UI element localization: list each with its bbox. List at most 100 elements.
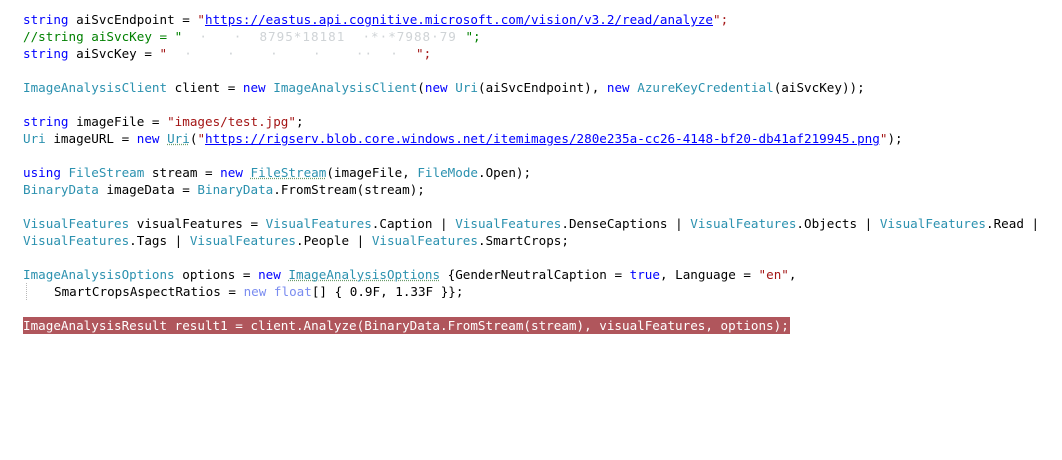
code-text: (aiSvcKey));	[773, 80, 865, 95]
code-text: .Read |	[985, 216, 1040, 231]
keyword: new	[136, 131, 160, 146]
type-name: ImageAnalysisClient	[23, 80, 168, 95]
type-name: FileMode	[417, 165, 479, 180]
keyword: new	[606, 80, 630, 95]
code-line-11: BinaryData imageData = BinaryData.FromSt…	[23, 181, 1053, 198]
string-quote: "	[159, 46, 168, 61]
keyword: string	[23, 12, 69, 27]
string-quote: ";	[713, 12, 729, 27]
code-text: (	[417, 80, 425, 95]
code-text: ,	[788, 267, 797, 282]
string-quote: "	[197, 12, 205, 27]
code-line-3: string aiSvcKey = " · · · · ·· · ";	[23, 45, 1053, 62]
code-line-17: SmartCropsAspectRatios = new float[] { 0…	[23, 283, 1053, 300]
keyword: new	[220, 165, 243, 180]
string-quote: ";	[415, 46, 432, 61]
code-text: .Tags |	[129, 233, 190, 248]
type-name: ImageAnalysisOptions	[23, 267, 175, 282]
keyword: using	[23, 165, 61, 180]
type-name: VisualFeatures	[23, 216, 130, 231]
type-name: VisualFeatures	[189, 233, 296, 248]
comment: ";	[465, 29, 481, 44]
code-text: ;	[295, 114, 304, 129]
code-text: [] { 0.9F, 1.33F }};	[311, 284, 464, 299]
code-text: .Open);	[478, 165, 532, 180]
keyword: string	[23, 114, 69, 129]
code-line-14: VisualFeatures.Tags | VisualFeatures.Peo…	[23, 232, 1053, 249]
type-name: ImageAnalysisOptions	[288, 267, 441, 282]
code-text: (imageFile,	[326, 165, 418, 180]
code-line-1: string aiSvcEndpoint = "https://eastus.a…	[23, 11, 1053, 28]
string-quote: "	[197, 131, 206, 146]
keyword: string	[23, 46, 69, 61]
code-line-2: //string aiSvcKey = " · · 8795*18181 ·*·…	[23, 28, 1053, 45]
code-line-13: VisualFeatures visualFeatures = VisualFe…	[23, 215, 1053, 232]
type-name: VisualFeatures	[23, 233, 130, 248]
type-name: BinaryData	[23, 182, 99, 197]
type-name: ImageAnalysisClient	[273, 80, 418, 95]
type-name: VisualFeatures	[455, 216, 562, 231]
keyword: float	[273, 284, 312, 299]
redacted-key: · · 8795*18181 ·*·*7988·79	[182, 29, 466, 44]
code-text: .SmartCrops;	[477, 233, 569, 248]
type-name: VisualFeatures	[265, 216, 372, 231]
code-text: .FromStream(stream);	[273, 182, 425, 197]
code-text: .People |	[295, 233, 372, 248]
code-text: imageFile =	[68, 114, 168, 129]
code-text: imageData =	[98, 182, 198, 197]
type-name: VisualFeatures	[690, 216, 797, 231]
type-name: Uri	[167, 131, 190, 146]
endpoint-url-link[interactable]: https://eastus.api.cognitive.microsoft.c…	[205, 12, 713, 27]
indent-guide	[26, 283, 53, 300]
code-text: .Caption |	[371, 216, 456, 231]
code-line-16: ImageAnalysisOptions options = new Image…	[23, 266, 1053, 283]
code-text: options =	[174, 267, 259, 282]
string-literal: "en"	[758, 267, 789, 282]
code-text: SmartCropsAspectRatios =	[54, 284, 244, 299]
code-text: {GenderNeutralCaption =	[440, 267, 630, 282]
type-name: Uri	[455, 80, 478, 95]
keyword: true	[629, 267, 660, 282]
code-text: stream =	[144, 165, 221, 180]
code-text: );	[887, 131, 903, 146]
type-name: VisualFeatures	[879, 216, 986, 231]
image-url-link[interactable]: https://rigserv.blob.core.windows.net/it…	[205, 131, 880, 146]
keyword: new	[424, 80, 448, 95]
code-line-5: ImageAnalysisClient client = new ImageAn…	[23, 79, 1053, 96]
type-name: FileStream	[250, 165, 327, 180]
comment: //string aiSvcKey = "	[23, 29, 183, 44]
type-name: FileStream	[68, 165, 145, 180]
keyword: new	[258, 267, 281, 282]
code-text: client =	[167, 80, 243, 95]
code-line-19-breakpoint[interactable]: ImageAnalysisResult result1 = client.Ana…	[23, 317, 1053, 334]
type-name: VisualFeatures	[371, 233, 478, 248]
code-text: aiSvcEndpoint =	[68, 12, 198, 27]
type-name: Uri	[23, 131, 46, 146]
code-text: .DenseCaptions |	[561, 216, 691, 231]
breakpoint-highlighted-code[interactable]: ImageAnalysisResult result1 = client.Ana…	[23, 317, 790, 334]
code-text: aiSvcKey =	[68, 46, 160, 61]
code-editor[interactable]: string aiSvcEndpoint = "https://eastus.a…	[23, 11, 1053, 334]
code-line-8: Uri imageURL = new Uri("https://rigserv.…	[23, 130, 1053, 147]
keyword: new	[243, 284, 267, 299]
code-text: visualFeatures =	[129, 216, 266, 231]
code-line-10: using FileStream stream = new FileStream…	[23, 164, 1053, 181]
type-name: AzureKeyCredential	[637, 80, 774, 95]
code-text: imageURL =	[45, 131, 137, 146]
keyword: new	[242, 80, 266, 95]
code-text: , Language =	[659, 267, 759, 282]
code-text: .Objects |	[796, 216, 880, 231]
code-text: (aiSvcEndpoint),	[477, 80, 607, 95]
code-line-7: string imageFile = "images/test.jpg";	[23, 113, 1053, 130]
redacted-key: · · · · ·· ·	[167, 46, 416, 61]
